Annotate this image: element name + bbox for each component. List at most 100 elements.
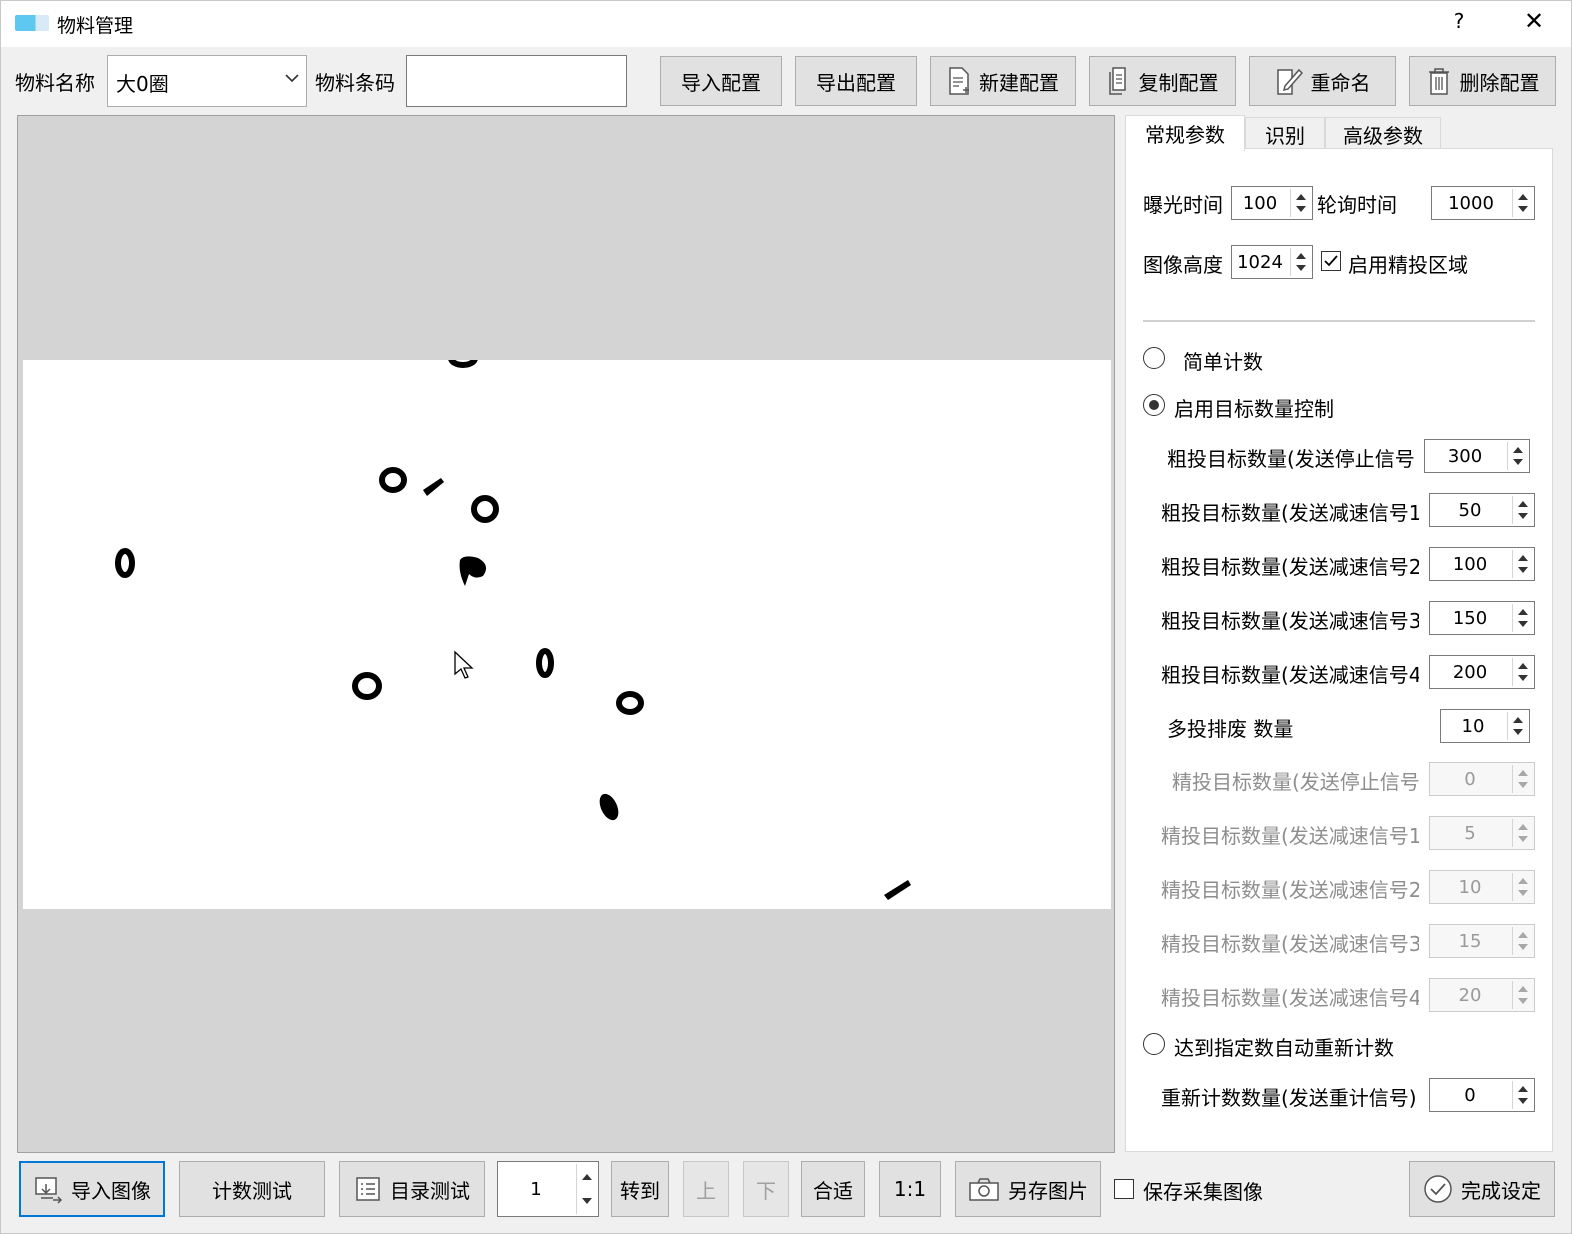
fine-stop-value: 0 xyxy=(1464,768,1476,790)
count-test-button[interactable]: 计数测试 xyxy=(179,1161,325,1217)
captured-image xyxy=(23,348,1111,909)
fine-slow2-spinbox[interactable]: 10 xyxy=(1429,870,1535,904)
material-management-window: 物料管理 ? ✕ 物料名称 大0圈 物料条码 导入配置 导出配置 新建配置 复制… xyxy=(0,0,1572,1234)
fine-slow2-label: 精投目标数量(发送减速信号2 xyxy=(1161,878,1419,902)
spin-arrows-icon[interactable] xyxy=(1507,712,1527,740)
finish-button[interactable]: 完成设定 xyxy=(1409,1161,1555,1217)
fine-slow3-spinbox[interactable]: 15 xyxy=(1429,924,1535,958)
goto-button[interactable]: 转到 xyxy=(611,1161,669,1217)
spin-arrows-icon[interactable] xyxy=(1512,1081,1532,1109)
save-image-label: 另存图片 xyxy=(1008,1178,1088,1203)
simple-count-radio[interactable] xyxy=(1143,347,1165,369)
delete-config-button[interactable]: 删除配置 xyxy=(1409,56,1556,106)
coarse-slow1-spinbox[interactable]: 50 xyxy=(1429,493,1535,527)
fine-region-checkbox[interactable] xyxy=(1321,251,1341,271)
recount-spinbox[interactable]: 0 xyxy=(1429,1078,1535,1112)
save-capture-checkbox[interactable] xyxy=(1114,1179,1134,1199)
coarse-slow4-spinbox[interactable]: 200 xyxy=(1429,655,1535,689)
spin-arrows-icon[interactable] xyxy=(1512,873,1532,901)
save-capture-label: 保存采集图像 xyxy=(1143,1180,1263,1204)
fine-slow4-value: 20 xyxy=(1458,984,1482,1006)
window-title: 物料管理 xyxy=(57,15,134,37)
barcode-input[interactable] xyxy=(406,55,627,107)
import-config-label: 导入配置 xyxy=(681,70,761,95)
coarse-slow3-label: 粗投目标数量(发送减速信号3 xyxy=(1161,609,1419,633)
tab-advanced-params[interactable]: 高级参数 xyxy=(1325,117,1441,151)
delete-config-label: 删除配置 xyxy=(1459,70,1540,95)
exposure-label: 曝光时间 xyxy=(1143,193,1223,217)
fine-slow4-spinbox[interactable]: 20 xyxy=(1429,978,1535,1012)
fine-stop-spinbox[interactable]: 0 xyxy=(1429,762,1535,796)
spin-arrows-icon[interactable] xyxy=(1512,604,1532,632)
prev-label: 上 xyxy=(696,1178,716,1203)
page-spinbox[interactable]: 1 xyxy=(497,1161,599,1217)
coarse-slow1-label: 粗投目标数量(发送减速信号1 xyxy=(1161,501,1419,525)
rename-button[interactable]: 重命名 xyxy=(1249,56,1396,106)
one-to-one-button[interactable]: 1:1 xyxy=(879,1161,941,1217)
camera-icon xyxy=(969,1178,999,1201)
tab-recognition[interactable]: 识别 xyxy=(1245,117,1325,151)
edit-pencil-icon xyxy=(1276,68,1303,95)
spin-arrows-icon[interactable] xyxy=(1512,927,1532,955)
title-bar: 物料管理 ? ✕ xyxy=(1,1,1571,47)
copy-config-button[interactable]: 复制配置 xyxy=(1089,56,1236,106)
export-config-button[interactable]: 导出配置 xyxy=(795,56,917,106)
coarse-slow3-spinbox[interactable]: 150 xyxy=(1429,601,1535,635)
multi-reject-spinbox[interactable]: 10 xyxy=(1440,709,1530,743)
spin-arrows-icon[interactable] xyxy=(1512,819,1532,847)
list-icon xyxy=(356,1177,380,1201)
material-name-combo[interactable]: 大0圈 xyxy=(107,55,307,107)
coarse-slow3-value: 150 xyxy=(1452,607,1488,629)
poll-time-label: 轮询时间 xyxy=(1317,193,1397,217)
close-button[interactable]: ✕ xyxy=(1519,7,1549,35)
fine-slow1-spinbox[interactable]: 5 xyxy=(1429,816,1535,850)
spin-arrows-icon[interactable] xyxy=(1512,496,1532,524)
multi-reject-label: 多投排废 数量 xyxy=(1167,717,1294,741)
poll-time-value: 1000 xyxy=(1448,192,1494,214)
fine-slow2-value: 10 xyxy=(1458,876,1482,898)
spin-arrows-icon[interactable] xyxy=(1290,248,1310,276)
spin-arrows-icon[interactable] xyxy=(1512,981,1532,1009)
auto-recount-radio[interactable] xyxy=(1143,1033,1165,1055)
spin-arrows-icon[interactable] xyxy=(576,1164,596,1214)
help-button[interactable]: ? xyxy=(1447,9,1471,33)
next-button[interactable]: 下 xyxy=(743,1161,789,1217)
spin-arrows-icon[interactable] xyxy=(1512,550,1532,578)
coarse-stop-spinbox[interactable]: 300 xyxy=(1424,439,1530,473)
dir-test-button[interactable]: 目录测试 xyxy=(339,1161,485,1217)
auto-recount-label: 达到指定数自动重新计数 xyxy=(1174,1036,1394,1060)
new-config-label: 新建配置 xyxy=(979,70,1059,95)
recount-value: 0 xyxy=(1464,1084,1476,1106)
fit-button[interactable]: 合适 xyxy=(801,1161,865,1217)
barcode-label: 物料条码 xyxy=(315,71,395,95)
import-image-button[interactable]: 导入图像 xyxy=(19,1161,165,1217)
save-image-button[interactable]: 另存图片 xyxy=(955,1161,1101,1217)
prev-button[interactable]: 上 xyxy=(683,1161,729,1217)
separator xyxy=(1143,320,1535,322)
fine-slow4-label: 精投目标数量(发送减速信号4 xyxy=(1161,986,1419,1010)
poll-time-spinbox[interactable]: 1000 xyxy=(1431,186,1535,220)
chevron-down-icon xyxy=(285,74,299,83)
fine-slow3-label: 精投目标数量(发送减速信号3 xyxy=(1161,932,1419,956)
spin-arrows-icon[interactable] xyxy=(1512,189,1532,217)
spin-arrows-icon[interactable] xyxy=(1290,189,1310,217)
image-height-spinbox[interactable]: 1024 xyxy=(1231,245,1313,279)
recount-label: 重新计数数量(发送重计信号) xyxy=(1161,1086,1417,1110)
new-config-button[interactable]: 新建配置 xyxy=(930,56,1076,106)
import-image-label: 导入图像 xyxy=(71,1178,151,1203)
spin-arrows-icon[interactable] xyxy=(1507,442,1527,470)
spin-arrows-icon[interactable] xyxy=(1512,765,1532,793)
material-name-label: 物料名称 xyxy=(15,71,95,95)
tab-general-params[interactable]: 常规参数 xyxy=(1125,115,1245,151)
simple-count-label: 简单计数 xyxy=(1183,350,1263,374)
exposure-spinbox[interactable]: 100 xyxy=(1231,186,1313,220)
target-control-label: 启用目标数量控制 xyxy=(1174,397,1334,421)
import-config-button[interactable]: 导入配置 xyxy=(660,56,782,106)
spin-arrows-icon[interactable] xyxy=(1512,658,1532,686)
app-icon xyxy=(15,15,49,31)
target-control-radio[interactable] xyxy=(1143,394,1165,416)
coarse-slow2-label: 粗投目标数量(发送减速信号2 xyxy=(1161,555,1419,579)
coarse-slow2-spinbox[interactable]: 100 xyxy=(1429,547,1535,581)
fit-label: 合适 xyxy=(813,1178,853,1203)
image-viewer[interactable] xyxy=(17,115,1115,1153)
